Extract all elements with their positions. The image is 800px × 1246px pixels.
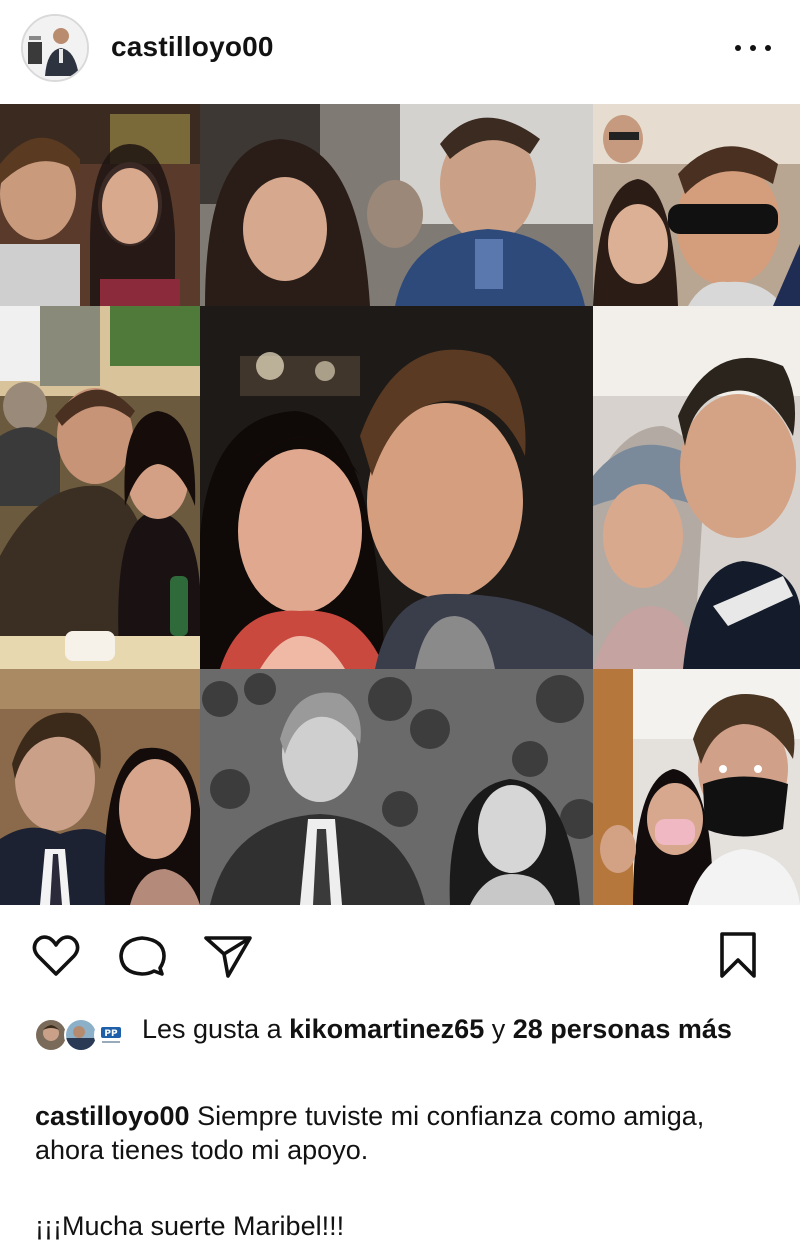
likes-summary[interactable]: PP Les gusta a kikomartinez65 y 28 perso… <box>0 1010 800 1082</box>
post-caption: castilloyo00 Siempre tuviste mi confianz… <box>35 1099 765 1167</box>
collage-photo-8 <box>200 669 593 905</box>
caption-username[interactable]: castilloyo00 <box>35 1101 190 1131</box>
post-username[interactable]: castilloyo00 <box>111 31 274 63</box>
collage-photo-7 <box>0 669 200 905</box>
send-icon[interactable] <box>202 930 254 982</box>
caption-line-2: ¡¡¡Mucha suerte Maribel!!! <box>35 1211 345 1241</box>
liker-avatar-2 <box>64 1018 98 1052</box>
collage-photo-4 <box>0 306 200 669</box>
collage-photo-5 <box>200 306 593 669</box>
comment-icon[interactable] <box>116 930 168 982</box>
pp-badge-text: PP <box>104 1029 118 1039</box>
likes-text: Les gusta a kikomartinez65 y 28 personas… <box>142 1012 772 1046</box>
likes-user-link[interactable]: kikomartinez65 <box>289 1014 484 1044</box>
collage-photo-9 <box>593 669 800 905</box>
liker-avatar-1 <box>34 1018 68 1052</box>
liker-avatar-pp: PP <box>94 1018 128 1052</box>
collage-photo-6 <box>593 306 800 669</box>
likes-connector: y <box>491 1014 506 1044</box>
likes-others-link[interactable]: 28 personas más <box>513 1014 732 1044</box>
post-action-bar <box>0 920 800 990</box>
collage-photo-1 <box>0 104 200 306</box>
post-header: castilloyo00 <box>0 0 800 100</box>
post-image-collage[interactable] <box>0 104 800 905</box>
heart-icon[interactable] <box>30 930 82 982</box>
bookmark-icon[interactable] <box>712 930 764 982</box>
collage-photo-3 <box>593 104 800 306</box>
avatar[interactable] <box>21 14 89 82</box>
collage-photo-2 <box>200 104 593 306</box>
more-options-icon[interactable] <box>735 36 771 60</box>
likes-prefix: Les gusta a <box>142 1014 282 1044</box>
